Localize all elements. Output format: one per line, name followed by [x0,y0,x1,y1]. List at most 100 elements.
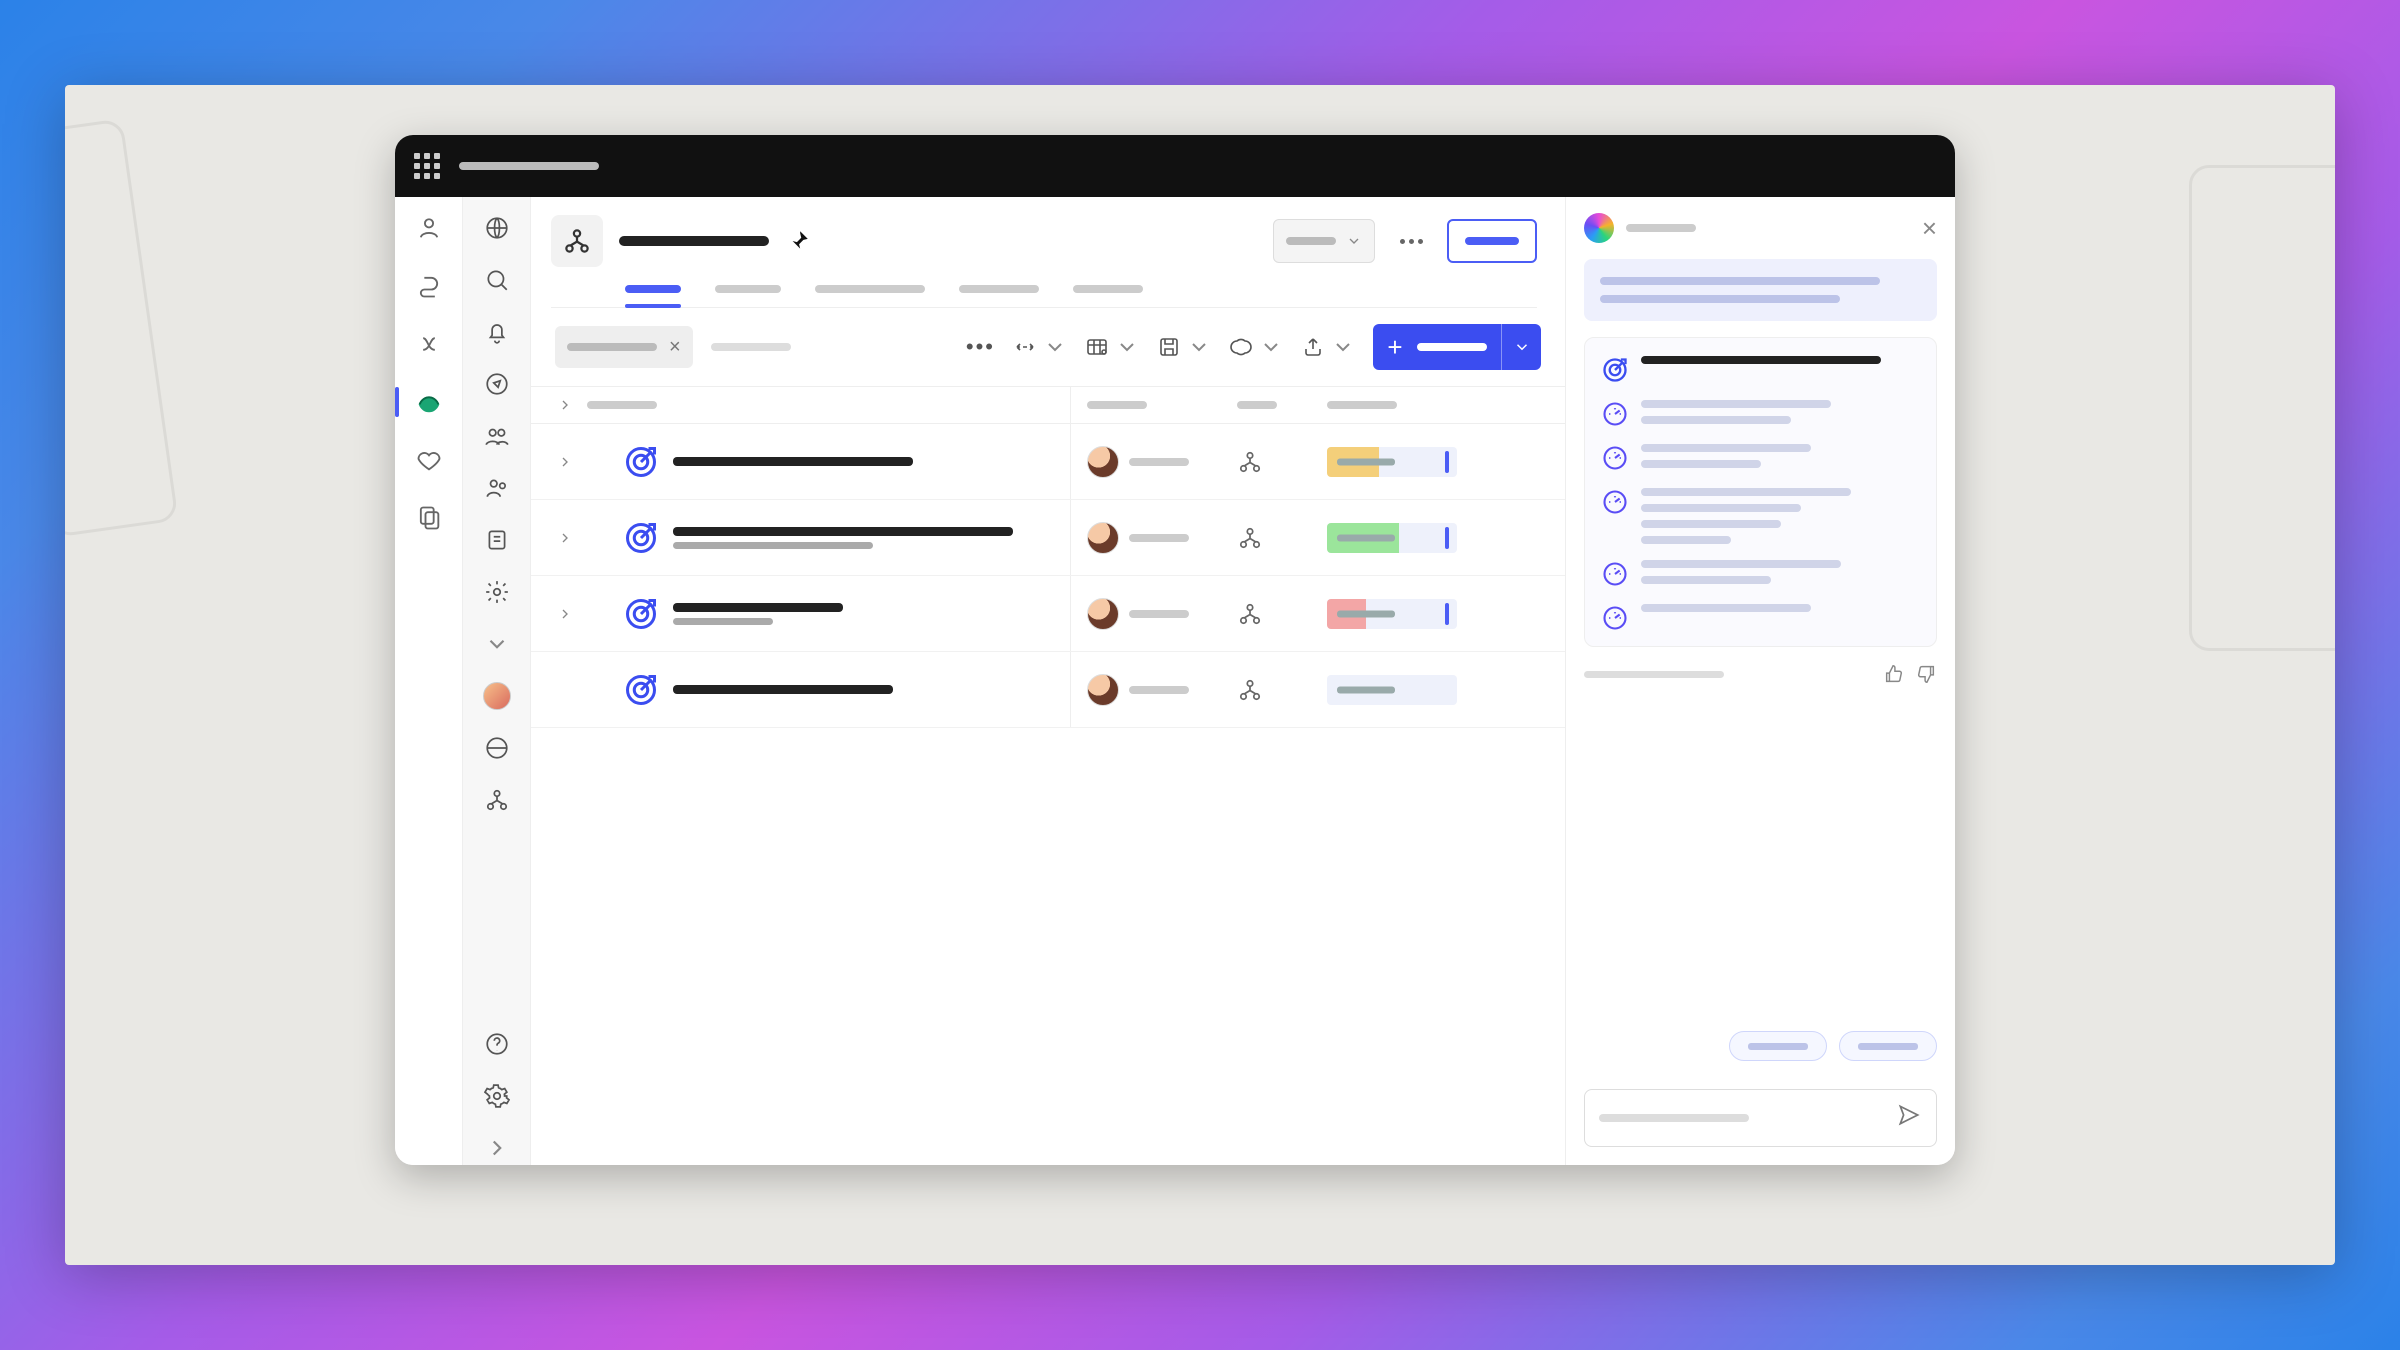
copilot-item[interactable] [1601,444,1920,472]
nav-globe-icon[interactable] [480,211,514,245]
save-tool[interactable] [1157,335,1211,359]
goal-row[interactable] [531,652,1565,728]
copilot-logo-icon [1584,213,1614,243]
goal-icon [623,444,659,480]
progress-bar[interactable] [1327,599,1457,629]
rail-heart-icon[interactable] [412,443,446,477]
owner-name [1129,534,1189,542]
tab[interactable] [815,285,925,307]
copilot-timestamp [1584,671,1724,678]
nav-doc-icon[interactable] [480,523,514,557]
suggestion-chip[interactable] [1839,1031,1937,1061]
owner-avatar[interactable] [1087,522,1119,554]
nav-org-icon[interactable] [480,783,514,817]
rail-home-icon[interactable] [412,211,446,245]
send-icon[interactable] [1896,1102,1922,1134]
promo-stage: × ••• + [65,85,2335,1265]
team-icon[interactable] [1221,424,1311,499]
nav-team-icon[interactable] [480,471,514,505]
page-header [531,197,1565,308]
nav-settings2-icon[interactable] [480,1079,514,1113]
goals-grid [531,387,1565,1165]
team-icon[interactable] [1221,500,1311,575]
metric-icon [1601,444,1629,472]
copilot-input[interactable] [1584,1089,1937,1147]
owner-name [1129,610,1189,618]
expand-tool[interactable] [1013,335,1067,359]
filter-chip-close-icon[interactable]: × [669,336,681,359]
tab[interactable] [1073,285,1143,307]
prompt-line [1600,277,1880,285]
metric-icon [1601,488,1629,516]
app-title [459,162,599,170]
metric-icon [1601,560,1629,588]
owner-avatar[interactable] [1087,598,1119,630]
expand-icon[interactable] [555,530,575,546]
app-window: × ••• + [395,135,1955,1165]
rail-copy-icon[interactable] [412,501,446,535]
metric-icon [1601,604,1629,632]
collapse-all-icon[interactable] [555,397,575,413]
rail-viva-goals-icon[interactable] [412,385,446,419]
new-goal-split[interactable] [1501,324,1541,370]
nav-bell-icon[interactable] [480,315,514,349]
tab[interactable] [959,285,1039,307]
app-rail [395,197,463,1165]
columns-tool[interactable] [1085,335,1139,359]
more-tool[interactable]: ••• [966,334,995,360]
progress-bar[interactable] [1327,675,1457,705]
copilot-response-footer [1584,663,1937,685]
owner-avatar[interactable] [1087,446,1119,478]
copilot-item[interactable] [1601,560,1920,588]
share-tool[interactable] [1301,335,1355,359]
owner-name [1129,686,1189,694]
filter-chip[interactable]: × [555,326,693,368]
nav-compass-icon[interactable] [480,367,514,401]
progress-bar[interactable] [1327,523,1457,553]
expand-icon[interactable] [555,606,575,622]
copilot-close-icon[interactable]: × [1922,213,1937,244]
rail-knot-icon[interactable] [412,327,446,361]
nav-section-collapse-icon[interactable] [480,627,514,661]
pin-icon[interactable] [785,228,811,254]
goal-row[interactable] [531,576,1565,652]
copilot-item[interactable] [1601,488,1920,544]
rail-loop-icon[interactable] [412,269,446,303]
team-icon[interactable] [1221,652,1311,727]
owner-name [1129,458,1189,466]
page-icon [551,215,603,267]
copilot-item[interactable] [1601,604,1920,632]
nav-settings-icon[interactable] [480,575,514,609]
view-selector[interactable] [1273,219,1375,263]
thumbs-down-icon[interactable] [1915,663,1937,685]
goal-row[interactable] [531,500,1565,576]
nav-search-icon[interactable] [480,263,514,297]
goal-icon [623,596,659,632]
copilot-header: × [1566,197,1955,259]
progress-bar[interactable] [1327,447,1457,477]
more-button[interactable] [1389,219,1433,263]
nav-globe2-icon[interactable] [480,731,514,765]
app-launcher-icon[interactable] [409,148,445,184]
nav-avatar[interactable] [480,679,514,713]
metric-icon [1601,400,1629,428]
goal-row[interactable] [531,424,1565,500]
copilot-panel: × [1565,197,1955,1165]
copilot-toggle-button[interactable] [1447,219,1537,263]
thumbs-up-icon[interactable] [1883,663,1905,685]
tabs [551,285,1537,308]
suggestion-chip[interactable] [1729,1031,1827,1061]
copilot-title [1626,224,1696,232]
team-icon[interactable] [1221,576,1311,651]
copilot-tool[interactable] [1229,335,1283,359]
owner-avatar[interactable] [1087,674,1119,706]
tab[interactable] [625,285,681,307]
tab[interactable] [715,285,781,307]
expand-icon[interactable] [555,454,575,470]
nav-people-icon[interactable] [480,419,514,453]
copilot-item[interactable] [1601,400,1920,428]
new-goal-button[interactable]: + [1373,324,1541,370]
nav-expand-icon[interactable] [480,1131,514,1165]
page-title [619,236,769,246]
nav-help-icon[interactable] [480,1027,514,1061]
